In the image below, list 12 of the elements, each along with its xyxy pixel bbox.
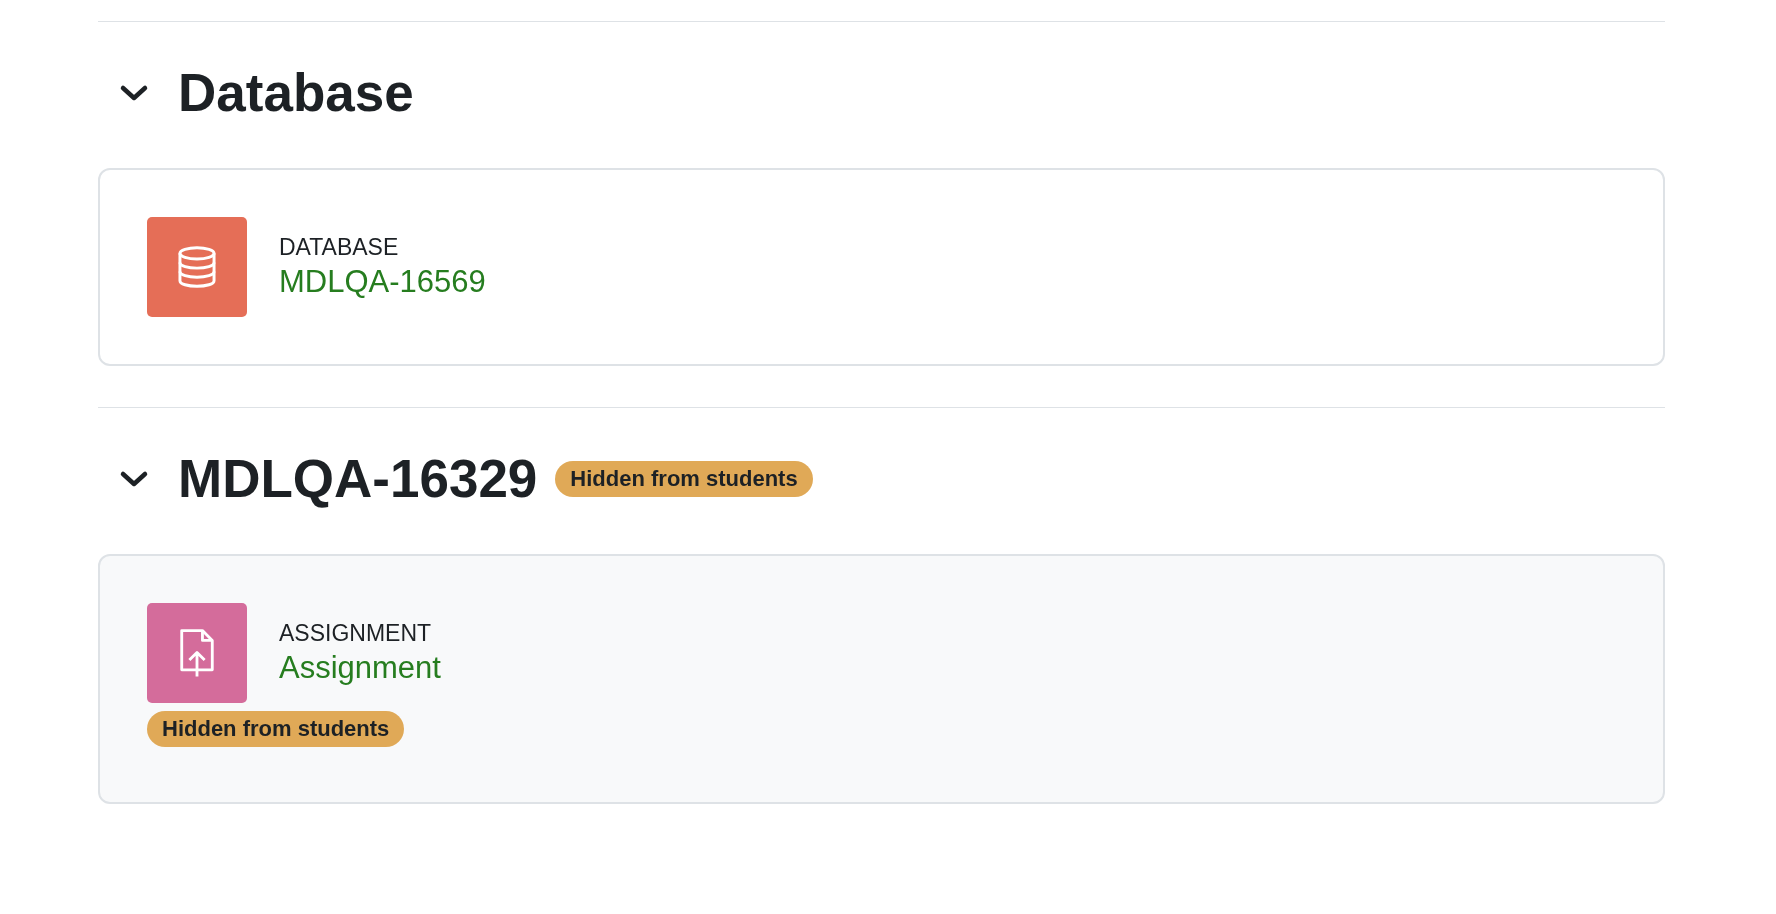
section-title: MDLQA-16329 <box>178 450 538 508</box>
visibility-badge: Hidden from students <box>555 461 813 497</box>
chevron-icon <box>119 469 149 489</box>
activity-type: DATABASE <box>279 233 400 262</box>
database-icon <box>147 217 247 317</box>
activity-link[interactable]: Assignment <box>279 648 441 688</box>
visibility-badge: Hidden from students <box>147 711 405 747</box>
file-upload-icon <box>147 603 247 703</box>
activity-type: ASSIGNMENT <box>279 619 433 648</box>
activity-link[interactable]: MDLQA-16569 <box>279 262 486 302</box>
chevron-icon <box>119 83 149 103</box>
section-title: Database <box>178 64 414 122</box>
